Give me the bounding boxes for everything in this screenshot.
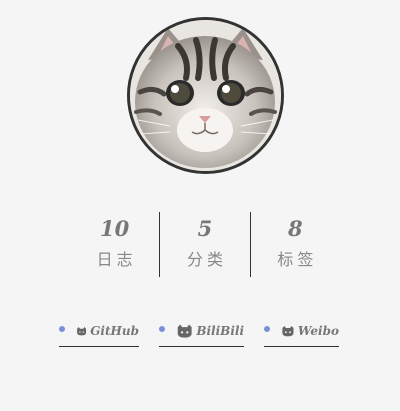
posts-label: 日志 bbox=[96, 250, 137, 269]
weibo-label: Weibo bbox=[297, 324, 339, 338]
categories-label: 分类 bbox=[186, 250, 227, 269]
site-stats: 10 日志 5 分类 8 标签 bbox=[70, 212, 340, 277]
stat-posts[interactable]: 10 日志 bbox=[70, 212, 159, 277]
github-icon bbox=[176, 322, 193, 341]
github-link[interactable]: GitHub bbox=[59, 316, 139, 347]
weibo-link[interactable]: Weibo bbox=[264, 316, 339, 347]
cat-avatar-image bbox=[130, 20, 281, 171]
bilibili-label: BiliBili bbox=[196, 324, 244, 338]
stat-categories[interactable]: 5 分类 bbox=[159, 212, 249, 277]
bilibili-link[interactable]: BiliBili bbox=[159, 316, 244, 347]
github-icon bbox=[76, 322, 87, 341]
tags-count: 8 bbox=[288, 216, 303, 241]
posts-count: 10 bbox=[100, 216, 130, 241]
github-icon bbox=[281, 322, 295, 341]
tags-label: 标签 bbox=[277, 250, 318, 269]
avatar[interactable] bbox=[127, 17, 284, 174]
stat-tags[interactable]: 8 标签 bbox=[249, 212, 340, 277]
github-label: GitHub bbox=[90, 324, 139, 338]
categories-count: 5 bbox=[197, 216, 213, 241]
